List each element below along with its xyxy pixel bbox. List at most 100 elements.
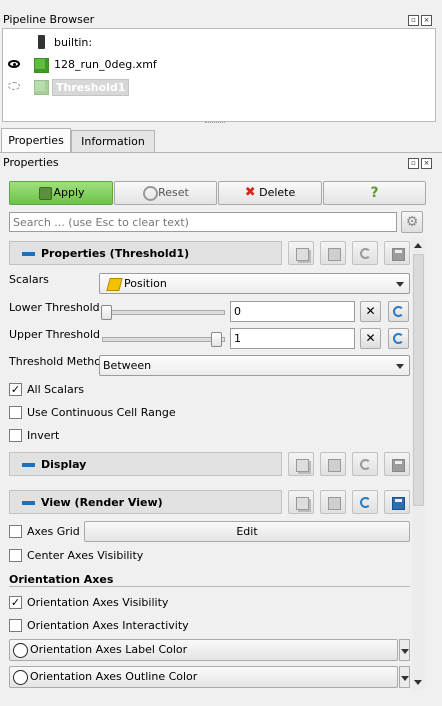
chevron-down-icon (396, 364, 404, 369)
copy-button[interactable] (288, 241, 314, 265)
section-view[interactable]: View (Render View) (9, 490, 282, 514)
save-button[interactable] (384, 452, 410, 476)
pipeline-item-label: builtin: (54, 36, 93, 49)
scalars-label: Scalars (9, 273, 49, 286)
upper-threshold-slider[interactable] (102, 337, 225, 342)
lower-threshold-slider[interactable] (102, 310, 225, 315)
eye-hidden-icon[interactable] (8, 82, 20, 90)
clear-upper-button[interactable]: ✕ (360, 328, 381, 349)
paste-button[interactable] (320, 490, 346, 514)
copy-button[interactable] (288, 490, 314, 514)
section-title: View (Render View) (41, 496, 163, 509)
all-scalars-label: All Scalars (27, 383, 84, 396)
copy-icon (296, 459, 309, 472)
chevron-down-icon (396, 282, 404, 287)
collapse-icon (22, 463, 35, 467)
upper-threshold-handle[interactable] (211, 332, 222, 347)
reload-button[interactable] (352, 241, 378, 265)
pipeline-item-label: Threshold1 (52, 79, 130, 96)
continuous-range-checkbox[interactable] (9, 406, 22, 419)
axes-grid-label: Axes Grid (27, 525, 80, 538)
paste-icon (328, 497, 341, 510)
section-display[interactable]: Display (9, 452, 282, 476)
apply-label: Apply (53, 186, 85, 199)
lower-threshold-field[interactable]: 0 (230, 301, 355, 322)
color-swatch-icon (13, 643, 28, 658)
delete-button[interactable]: ✖ Delete (218, 181, 322, 205)
continuous-range-label: Use Continuous Cell Range (27, 406, 176, 419)
copy-button[interactable] (288, 452, 314, 476)
axes-grid-edit-button[interactable]: Edit (84, 521, 410, 542)
scroll-down-icon[interactable] (414, 680, 422, 685)
scalars-select[interactable]: Position (99, 273, 410, 294)
paste-icon (328, 459, 341, 472)
close-icon[interactable]: × (421, 158, 432, 169)
scroll-up-icon[interactable] (414, 243, 422, 248)
scalars-value: Position (124, 277, 167, 290)
gear-icon[interactable]: ⚙ (401, 211, 423, 233)
reset-range-button[interactable] (388, 301, 409, 322)
invert-checkbox[interactable] (9, 429, 22, 442)
divider (9, 586, 410, 587)
outline-color-button[interactable]: Orientation Axes Outline Color (9, 666, 398, 688)
center-axes-label: Center Axes Visibility (27, 549, 144, 562)
pipeline-item-label: 128_run_0deg.xmf (54, 58, 157, 71)
invert-label: Invert (27, 429, 60, 442)
reset-button[interactable]: Reset (114, 181, 217, 205)
outline-color-dropdown[interactable] (399, 666, 410, 688)
server-icon (38, 35, 45, 49)
properties-scrollbar[interactable] (412, 238, 425, 690)
orientation-visibility-label: Orientation Axes Visibility (27, 596, 169, 609)
reload-icon (360, 497, 371, 508)
pipeline-browser-title: Pipeline Browser (3, 13, 95, 26)
reset-range-icon (393, 306, 404, 317)
save-icon (392, 459, 405, 472)
properties-title: Properties (3, 156, 59, 169)
orientation-visibility-checkbox[interactable]: ✓ (9, 596, 22, 609)
reset-range-button[interactable] (388, 328, 409, 349)
reload-button[interactable] (352, 452, 378, 476)
tab-divider (0, 152, 442, 153)
copy-icon (296, 248, 309, 261)
collapse-icon (22, 252, 35, 256)
section-threshold-properties[interactable]: Properties (Threshold1) (9, 241, 282, 265)
search-input[interactable]: Search ... (use Esc to clear text) (9, 212, 397, 232)
paste-button[interactable] (320, 452, 346, 476)
tab-properties[interactable]: Properties (1, 128, 71, 153)
apply-icon (39, 187, 52, 200)
threshold-method-label: Threshold Method (9, 355, 108, 368)
upper-threshold-label: Upper Threshold (9, 328, 101, 341)
help-button[interactable]: ? (323, 181, 426, 205)
axes-grid-checkbox[interactable] (9, 525, 22, 538)
splitter-handle[interactable] (205, 122, 225, 126)
label-color-dropdown[interactable] (399, 639, 410, 661)
undock-icon[interactable]: ▫ (408, 15, 419, 26)
threshold-method-select[interactable]: Between (99, 355, 410, 376)
orientation-interactivity-checkbox[interactable] (9, 619, 22, 632)
cube-icon (34, 58, 49, 73)
reset-label: Reset (158, 186, 189, 199)
lower-threshold-handle[interactable] (101, 305, 112, 320)
eye-icon[interactable] (8, 60, 20, 68)
all-scalars-checkbox[interactable]: ✓ (9, 383, 22, 396)
close-icon[interactable]: × (421, 15, 432, 26)
apply-button[interactable]: Apply (9, 181, 113, 205)
center-axes-checkbox[interactable] (9, 549, 22, 562)
paste-button[interactable] (320, 241, 346, 265)
undock-icon[interactable]: ▫ (408, 158, 419, 169)
save-button[interactable] (384, 490, 410, 514)
scrollbar-thumb[interactable] (413, 254, 424, 506)
copy-icon (296, 497, 309, 510)
paste-icon (328, 248, 341, 261)
pipeline-tree[interactable]: builtin: 128_run_0deg.xmf Threshold1 (2, 28, 436, 122)
clear-lower-button[interactable]: ✕ (360, 301, 381, 322)
reload-button[interactable] (352, 490, 378, 514)
orientation-interactivity-label: Orientation Axes Interactivity (27, 619, 189, 632)
tab-information[interactable]: Information (71, 130, 155, 152)
label-color-button[interactable]: Orientation Axes Label Color (9, 639, 398, 661)
save-icon (392, 497, 405, 510)
cube-icon (34, 80, 49, 95)
orientation-axes-header: Orientation Axes (9, 573, 114, 586)
save-button[interactable] (384, 241, 410, 265)
upper-threshold-field[interactable]: 1 (230, 328, 355, 349)
